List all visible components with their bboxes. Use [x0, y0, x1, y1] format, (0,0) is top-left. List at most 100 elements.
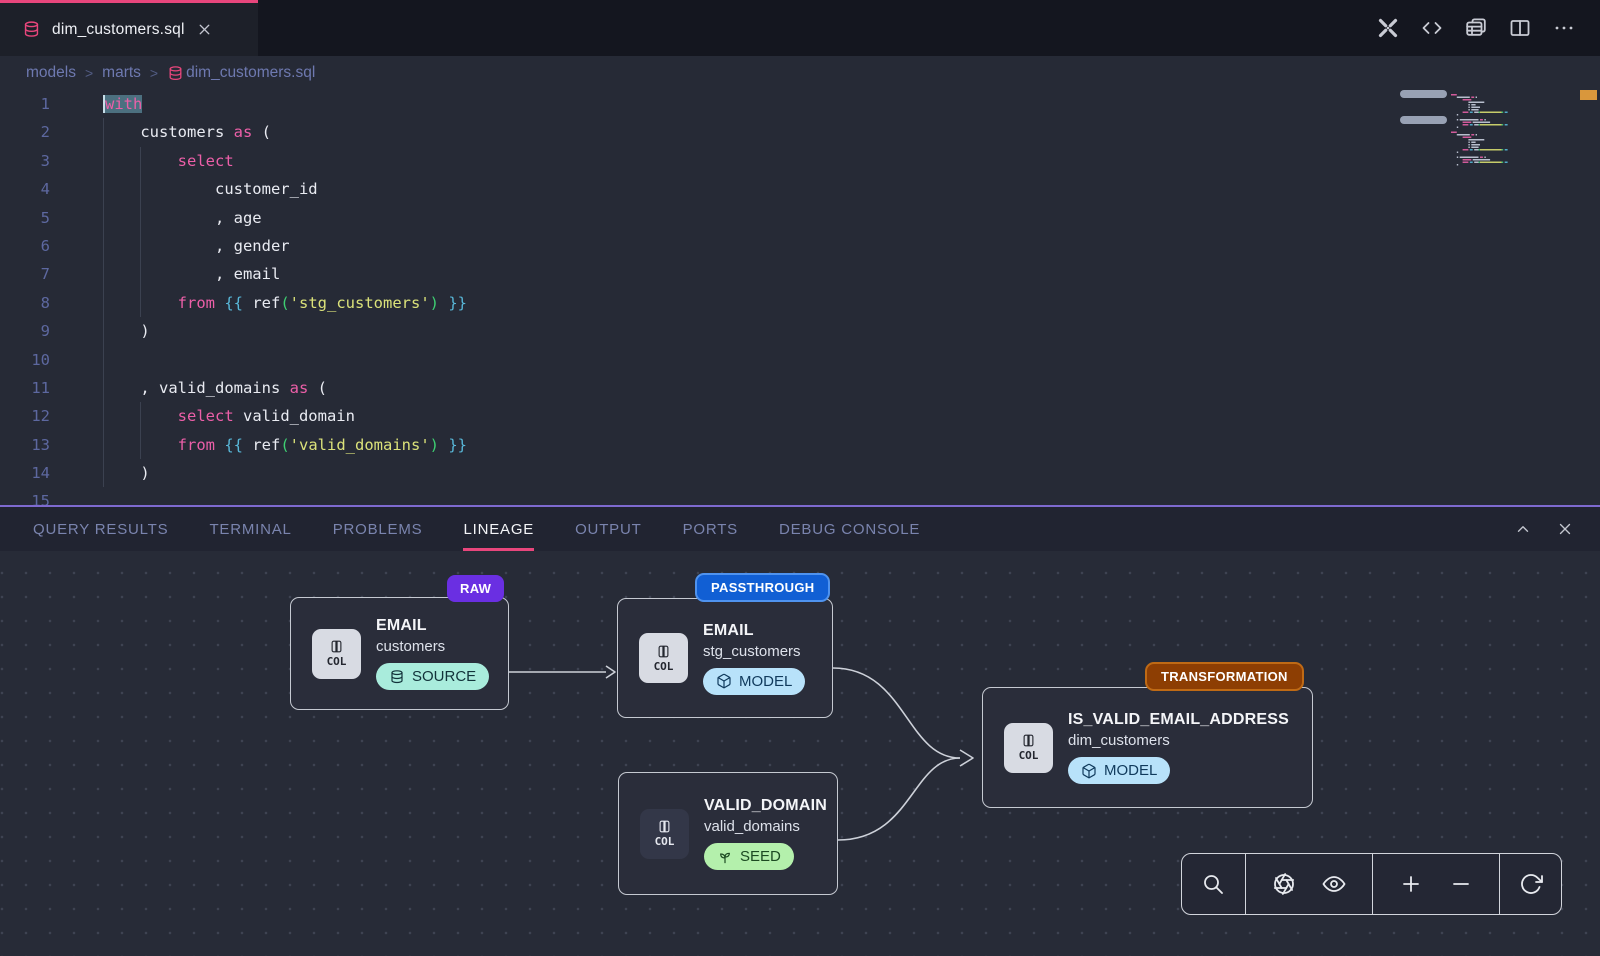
- node-type-badge-source: SOURCE: [376, 663, 489, 690]
- type-badge-label: MODEL: [1104, 762, 1157, 779]
- node-type-badge-seed: SEED: [704, 843, 794, 870]
- line-number: 4: [0, 175, 64, 203]
- node-subtitle: stg_customers: [703, 643, 805, 660]
- indent-guide: [140, 147, 141, 317]
- breadcrumb-item-dim_customers-sql[interactable]: dim_customers.sql: [167, 64, 315, 82]
- code-line-9: 9 ): [0, 317, 1600, 345]
- search-icon[interactable]: [1201, 872, 1225, 896]
- minimap-decoration-bar: [1400, 90, 1447, 98]
- toolbar-group: [1499, 854, 1561, 914]
- overview-ruler-marker: [1580, 90, 1597, 100]
- type-badge-label: SOURCE: [412, 668, 476, 685]
- node-title: IS_VALID_EMAIL_ADDRESS: [1068, 711, 1289, 729]
- code-line-11: 11 , valid_domains as (: [0, 374, 1600, 402]
- code-icon[interactable]: [1420, 16, 1444, 40]
- line-number: 5: [0, 204, 64, 232]
- chevron-up-icon[interactable]: [1514, 520, 1532, 538]
- indent-guide: [103, 118, 104, 487]
- node-subtitle: customers: [376, 638, 489, 655]
- lineage-tag-passthrough: PASSTHROUGH: [695, 573, 830, 602]
- panel-tab-debug-console[interactable]: DEBUG CONSOLE: [779, 507, 920, 551]
- refresh-icon[interactable]: [1519, 872, 1543, 896]
- dbt-icon[interactable]: [1376, 16, 1400, 40]
- line-number: 8: [0, 289, 64, 317]
- code-line-14: 14 ): [0, 459, 1600, 487]
- breadcrumb-separator: >: [85, 65, 93, 81]
- code-line-5: 5 , age: [0, 204, 1600, 232]
- close-icon[interactable]: [196, 21, 213, 38]
- breadcrumb-label: marts: [102, 64, 141, 82]
- code-line-3: 3 select: [0, 147, 1600, 175]
- panel-tab-ports[interactable]: PORTS: [683, 507, 738, 551]
- chip-label: COL: [655, 835, 675, 848]
- database-icon: [22, 20, 41, 39]
- breadcrumb-label: models: [26, 64, 76, 82]
- toolbar-group: [1372, 854, 1499, 914]
- bottom-panel-tab-bar: QUERY RESULTS TERMINAL PROBLEMS LINEAGE OUTP…: [0, 505, 1600, 551]
- lineage-node-valid_domains[interactable]: COL VALID_DOMAIN valid_domains SEED: [618, 772, 838, 895]
- tab-dim-customers-sql[interactable]: dim_customers.sql: [0, 0, 258, 56]
- lineage-node-stg_customers[interactable]: COL EMAIL stg_customers MODEL: [617, 598, 833, 718]
- column-toggle-chip[interactable]: COL: [639, 633, 688, 683]
- column-toggle-chip[interactable]: COL: [312, 629, 361, 679]
- code-line-15: 15: [0, 487, 1600, 505]
- node-title: EMAIL: [376, 617, 489, 635]
- more-actions-icon[interactable]: [1552, 16, 1576, 40]
- node-subtitle: valid_domains: [704, 818, 827, 835]
- code-lines: 1with2 customers as (3 select4 customer_…: [0, 90, 1600, 505]
- line-number: 7: [0, 260, 64, 288]
- code-line-1: 1with: [0, 90, 1600, 118]
- column-toggle-chip[interactable]: COL: [640, 809, 689, 859]
- lineage-node-customers[interactable]: COL EMAIL customers SOURCE: [290, 597, 509, 710]
- node-type-badge-model: MODEL: [1068, 757, 1170, 784]
- code-line-12: 12 select valid_domain: [0, 402, 1600, 430]
- node-type-badge-model: MODEL: [703, 668, 805, 695]
- code-line-2: 2 customers as (: [0, 118, 1600, 146]
- tab-label: dim_customers.sql: [52, 21, 185, 39]
- lineage-canvas[interactable]: COLEMAILcustomersSOURCERAWCOLEMAILstg_cu…: [0, 551, 1600, 956]
- breadcrumb: models>marts>dim_customers.sql: [0, 56, 1600, 90]
- code-editor[interactable]: 1with2 customers as (3 select4 customer_…: [0, 90, 1600, 505]
- panel-tab-lineage[interactable]: LINEAGE: [463, 507, 534, 551]
- editor-actions: [1376, 0, 1600, 56]
- duplicate-table-icon[interactable]: [1464, 16, 1488, 40]
- code-line-13: 13 from {{ ref('valid_domains') }}: [0, 431, 1600, 459]
- sprout-icon: [717, 849, 733, 865]
- minimap[interactable]: [1448, 92, 1540, 170]
- node-title: EMAIL: [703, 622, 805, 640]
- panel-tab-terminal[interactable]: TERMINAL: [209, 507, 291, 551]
- eye-icon[interactable]: [1322, 872, 1346, 896]
- chip-label: COL: [1019, 749, 1039, 762]
- cube-icon: [716, 673, 732, 689]
- line-number: 11: [0, 374, 64, 402]
- minus-icon[interactable]: [1449, 872, 1473, 896]
- aperture-icon[interactable]: [1272, 872, 1296, 896]
- close-icon[interactable]: [1556, 520, 1574, 538]
- columns-icon: [655, 644, 672, 659]
- line-number: 15: [0, 487, 64, 505]
- line-number: 6: [0, 232, 64, 260]
- panel-tab-query-results[interactable]: QUERY RESULTS: [33, 507, 168, 551]
- line-number: 10: [0, 346, 64, 374]
- line-number: 3: [0, 147, 64, 175]
- lineage-node-dim_customers[interactable]: COLIS_VALID_EMAIL_ADDRESSdim_customersMO…: [982, 687, 1313, 808]
- line-number: 9: [0, 317, 64, 345]
- panel-tab-problems[interactable]: PROBLEMS: [333, 507, 423, 551]
- lineage-toolbar: [1181, 853, 1562, 915]
- breadcrumb-item-marts[interactable]: marts: [102, 64, 141, 82]
- editor-tab-bar: dim_customers.sql: [0, 0, 1600, 56]
- code-line-4: 4 customer_id: [0, 175, 1600, 203]
- lineage-tag-transformation: TRANSFORMATION: [1145, 662, 1304, 691]
- column-toggle-chip[interactable]: COL: [1004, 723, 1053, 773]
- split-editor-icon[interactable]: [1508, 16, 1532, 40]
- code-line-10: 10: [0, 346, 1600, 374]
- node-title: VALID_DOMAIN: [704, 797, 827, 815]
- line-number: 12: [0, 402, 64, 430]
- type-badge-label: SEED: [740, 848, 781, 865]
- code-line-7: 7 , email: [0, 260, 1600, 288]
- breadcrumb-item-models[interactable]: models: [26, 64, 76, 82]
- panel-tab-output[interactable]: OUTPUT: [575, 507, 641, 551]
- line-number: 2: [0, 118, 64, 146]
- code-line-6: 6 , gender: [0, 232, 1600, 260]
- plus-icon[interactable]: [1399, 872, 1423, 896]
